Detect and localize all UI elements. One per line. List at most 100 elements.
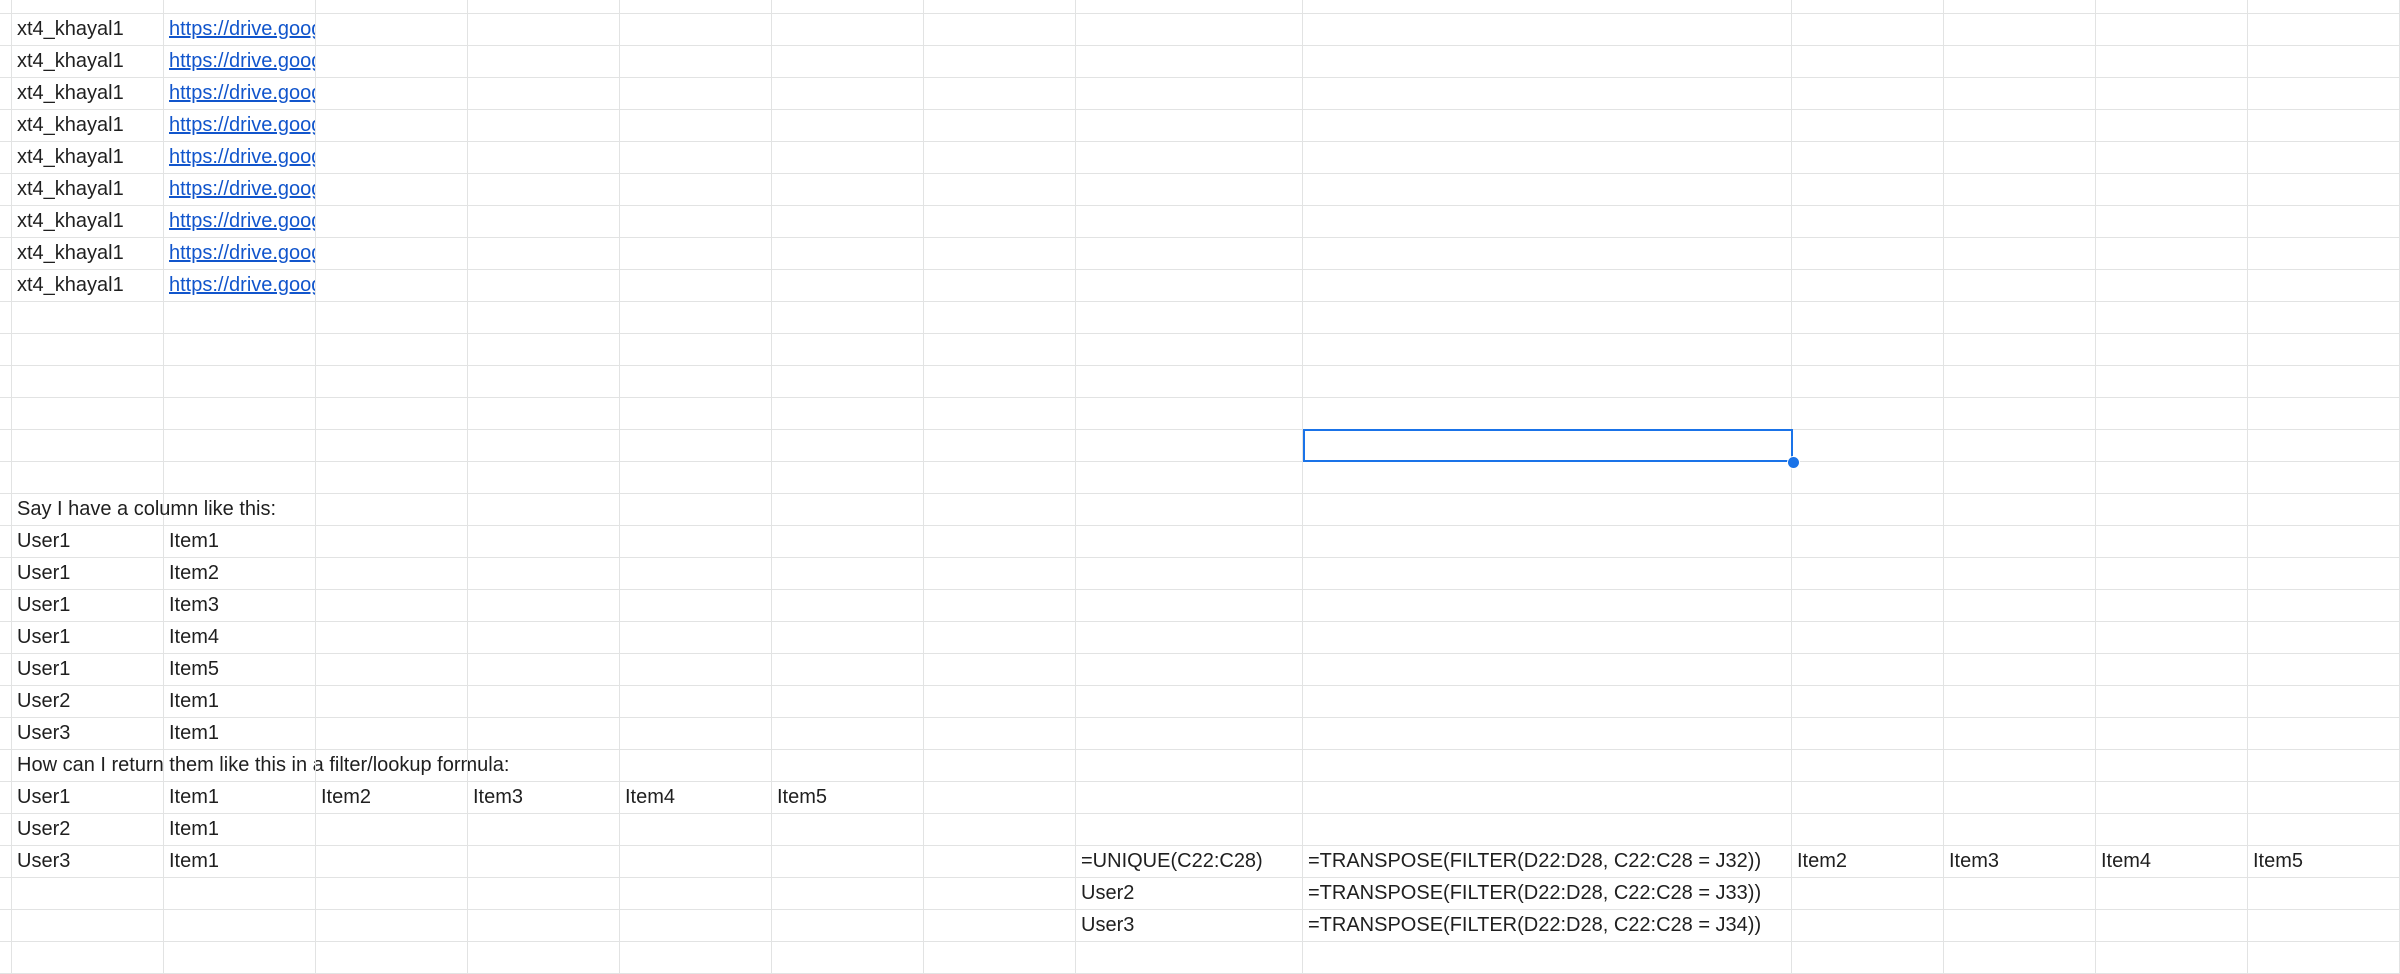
cell-r15-c10[interactable] [1792, 462, 1944, 494]
cell-r19-c4[interactable] [468, 590, 620, 622]
cell-r3-c7[interactable] [924, 78, 1076, 110]
cell-r11-c6[interactable] [772, 334, 924, 366]
cell-r8-c13[interactable] [2248, 238, 2400, 270]
cell-r15-c3[interactable] [316, 462, 468, 494]
cell-r6-c11[interactable] [1944, 174, 2096, 206]
cell-r8-c7[interactable] [924, 238, 1076, 270]
cell-r18-c12[interactable] [2096, 558, 2248, 590]
cell-r17-c5[interactable] [620, 526, 772, 558]
cell-r4-c1[interactable]: xt4_khayal1 [12, 110, 164, 142]
cell-r0-c12[interactable] [2096, 0, 2248, 14]
cell-r7-c9[interactable] [1303, 206, 1792, 238]
cell-r27-c7[interactable] [924, 846, 1076, 878]
cell-r29-c4[interactable] [468, 910, 620, 942]
cell-r29-c10[interactable] [1792, 910, 1944, 942]
cell-r9-c4[interactable] [468, 270, 620, 302]
cell-r21-c9[interactable] [1303, 654, 1792, 686]
cell-r18-c2[interactable]: Item2 [164, 558, 316, 590]
cell-r3-c5[interactable] [620, 78, 772, 110]
cell-r14-c9[interactable] [1303, 430, 1792, 462]
cell-r2-c13[interactable] [2248, 46, 2400, 78]
cell-r26-c8[interactable] [1076, 814, 1303, 846]
cell-r6-c0[interactable] [0, 174, 12, 206]
cell-r8-c0[interactable] [0, 238, 12, 270]
cell-r3-c1[interactable]: xt4_khayal1 [12, 78, 164, 110]
cell-r25-c3[interactable]: Item2 [316, 782, 468, 814]
cell-r8-c12[interactable] [2096, 238, 2248, 270]
cell-r1-c13[interactable] [2248, 14, 2400, 46]
cell-r9-c6[interactable] [772, 270, 924, 302]
cell-r6-c12[interactable] [2096, 174, 2248, 206]
cell-r11-c0[interactable] [0, 334, 12, 366]
cell-r14-c8[interactable] [1076, 430, 1303, 462]
cell-r17-c4[interactable] [468, 526, 620, 558]
cell-r25-c0[interactable] [0, 782, 12, 814]
cell-r20-c9[interactable] [1303, 622, 1792, 654]
cell-r2-c4[interactable] [468, 46, 620, 78]
cell-r20-c10[interactable] [1792, 622, 1944, 654]
cell-r26-c5[interactable] [620, 814, 772, 846]
cell-r7-c8[interactable] [1076, 206, 1303, 238]
cell-r12-c11[interactable] [1944, 366, 2096, 398]
cell-r18-c1[interactable]: User1 [12, 558, 164, 590]
cell-r29-c7[interactable] [924, 910, 1076, 942]
cell-r9-c11[interactable] [1944, 270, 2096, 302]
cell-r4-c13[interactable] [2248, 110, 2400, 142]
cell-r9-c10[interactable] [1792, 270, 1944, 302]
cell-r26-c13[interactable] [2248, 814, 2400, 846]
cell-r1-c11[interactable] [1944, 14, 2096, 46]
cell-r16-c1[interactable]: Say I have a column like this: [12, 494, 276, 526]
cell-r28-c7[interactable] [924, 878, 1076, 910]
cell-r4-c4[interactable] [468, 110, 620, 142]
cell-r18-c8[interactable] [1076, 558, 1303, 590]
cell-r0-c10[interactable] [1792, 0, 1944, 14]
cell-r0-c7[interactable] [924, 0, 1076, 14]
cell-r21-c13[interactable] [2248, 654, 2400, 686]
cell-r28-c6[interactable] [772, 878, 924, 910]
cell-r17-c11[interactable] [1944, 526, 2096, 558]
cell-r24-c2[interactable] [164, 750, 316, 782]
cell-r3-c9[interactable] [1303, 78, 1792, 110]
cell-r12-c8[interactable] [1076, 366, 1303, 398]
cell-r23-c5[interactable] [620, 718, 772, 750]
cell-r5-c8[interactable] [1076, 142, 1303, 174]
cell-r26-c3[interactable] [316, 814, 468, 846]
cell-r12-c5[interactable] [620, 366, 772, 398]
cell-r11-c11[interactable] [1944, 334, 2096, 366]
cell-r1-c1[interactable]: xt4_khayal1 [12, 14, 164, 46]
cell-r17-c10[interactable] [1792, 526, 1944, 558]
cell-r30-c13[interactable] [2248, 942, 2400, 974]
cell-r10-c6[interactable] [772, 302, 924, 334]
cell-r20-c12[interactable] [2096, 622, 2248, 654]
cell-r10-c9[interactable] [1303, 302, 1792, 334]
cell-r17-c9[interactable] [1303, 526, 1792, 558]
cell-r26-c7[interactable] [924, 814, 1076, 846]
cell-r9-c0[interactable] [0, 270, 12, 302]
cell-r4-c11[interactable] [1944, 110, 2096, 142]
cell-r13-c13[interactable] [2248, 398, 2400, 430]
cell-r3-c3[interactable] [316, 78, 468, 110]
cell-r22-c3[interactable] [316, 686, 468, 718]
cell-r7-c1[interactable]: xt4_khayal1 [12, 206, 164, 238]
cell-r14-c12[interactable] [2096, 430, 2248, 462]
cell-r10-c7[interactable] [924, 302, 1076, 334]
cell-r20-c13[interactable] [2248, 622, 2400, 654]
cell-r24-c8[interactable] [1076, 750, 1303, 782]
cell-r18-c7[interactable] [924, 558, 1076, 590]
cell-r4-c3[interactable] [316, 110, 468, 142]
cell-r3-c4[interactable] [468, 78, 620, 110]
cell-r23-c9[interactable] [1303, 718, 1792, 750]
cell-r13-c10[interactable] [1792, 398, 1944, 430]
cell-r29-c13[interactable] [2248, 910, 2400, 942]
cell-r11-c13[interactable] [2248, 334, 2400, 366]
cell-r22-c7[interactable] [924, 686, 1076, 718]
cell-r16-c0[interactable] [0, 494, 12, 526]
cell-r30-c3[interactable] [316, 942, 468, 974]
cell-r7-c7[interactable] [924, 206, 1076, 238]
cell-r9-c13[interactable] [2248, 270, 2400, 302]
cell-r11-c10[interactable] [1792, 334, 1944, 366]
cell-r4-c6[interactable] [772, 110, 924, 142]
cell-r6-c7[interactable] [924, 174, 1076, 206]
cell-r29-c3[interactable] [316, 910, 468, 942]
cell-r15-c1[interactable] [12, 462, 164, 494]
